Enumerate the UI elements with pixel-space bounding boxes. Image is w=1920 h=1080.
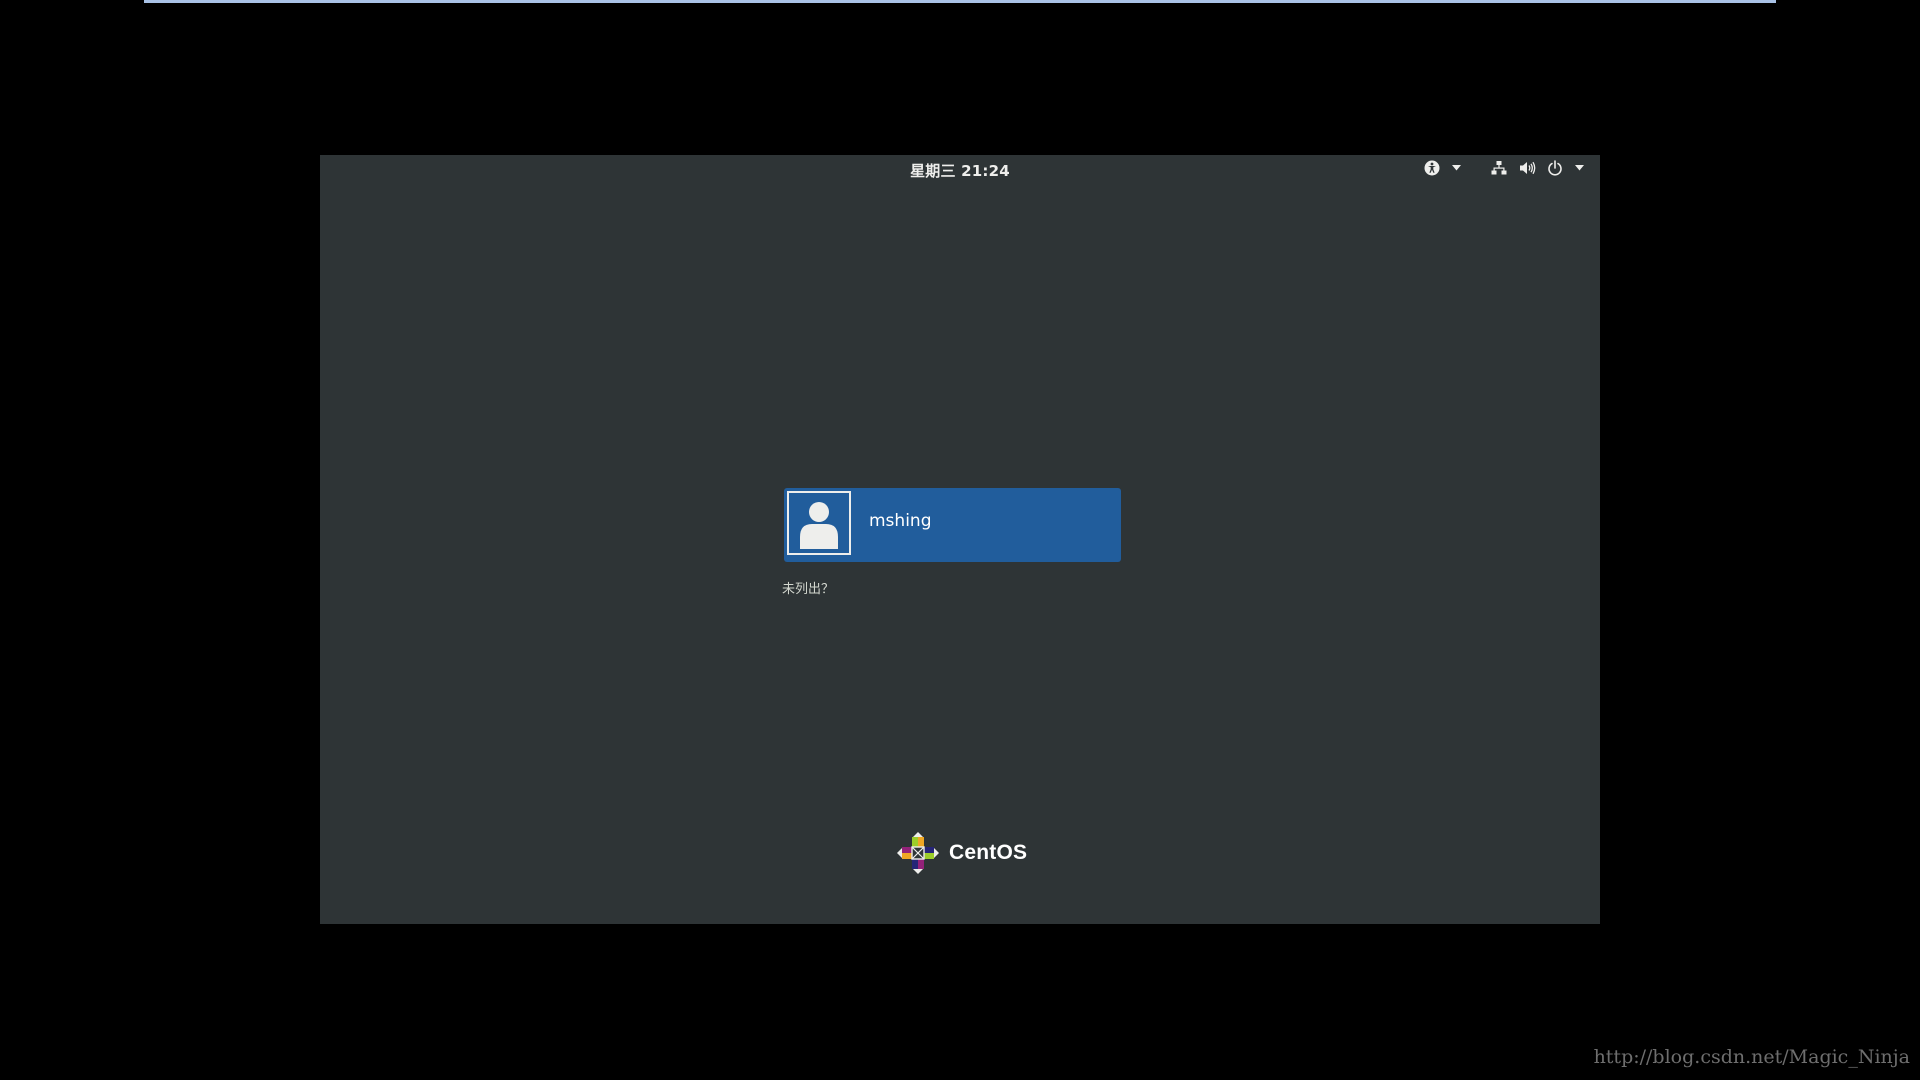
system-menu[interactable] <box>1490 157 1598 179</box>
watermark: http://blog.csdn.net/Magic_Ninja <box>1593 1046 1910 1068</box>
accessibility-icon <box>1423 159 1441 177</box>
volume-icon <box>1518 159 1536 177</box>
login-screen: 星期三 21:24 mshing 未列出？ CentOS <box>320 155 1600 924</box>
user-avatar-icon <box>800 502 838 549</box>
window-top-edge <box>144 0 1776 3</box>
accessibility-menu[interactable] <box>1423 157 1475 179</box>
chevron-down-icon <box>1451 159 1461 177</box>
power-icon <box>1546 159 1564 177</box>
top-bar: 星期三 21:24 <box>320 155 1600 181</box>
centos-logo-icon <box>897 832 939 874</box>
chevron-down-icon <box>1574 159 1584 177</box>
avatar <box>787 491 851 555</box>
user-list-item[interactable]: mshing <box>784 488 1121 562</box>
not-listed-link[interactable]: 未列出？ <box>782 578 834 597</box>
clock-label[interactable]: 星期三 21:24 <box>910 162 1010 180</box>
network-wired-icon <box>1490 159 1508 177</box>
clock: 星期三 21:24 <box>320 160 1600 181</box>
user-name: mshing <box>869 511 932 531</box>
centos-logo: CentOS <box>896 830 1027 876</box>
logo-text: CentOS <box>949 841 1028 864</box>
